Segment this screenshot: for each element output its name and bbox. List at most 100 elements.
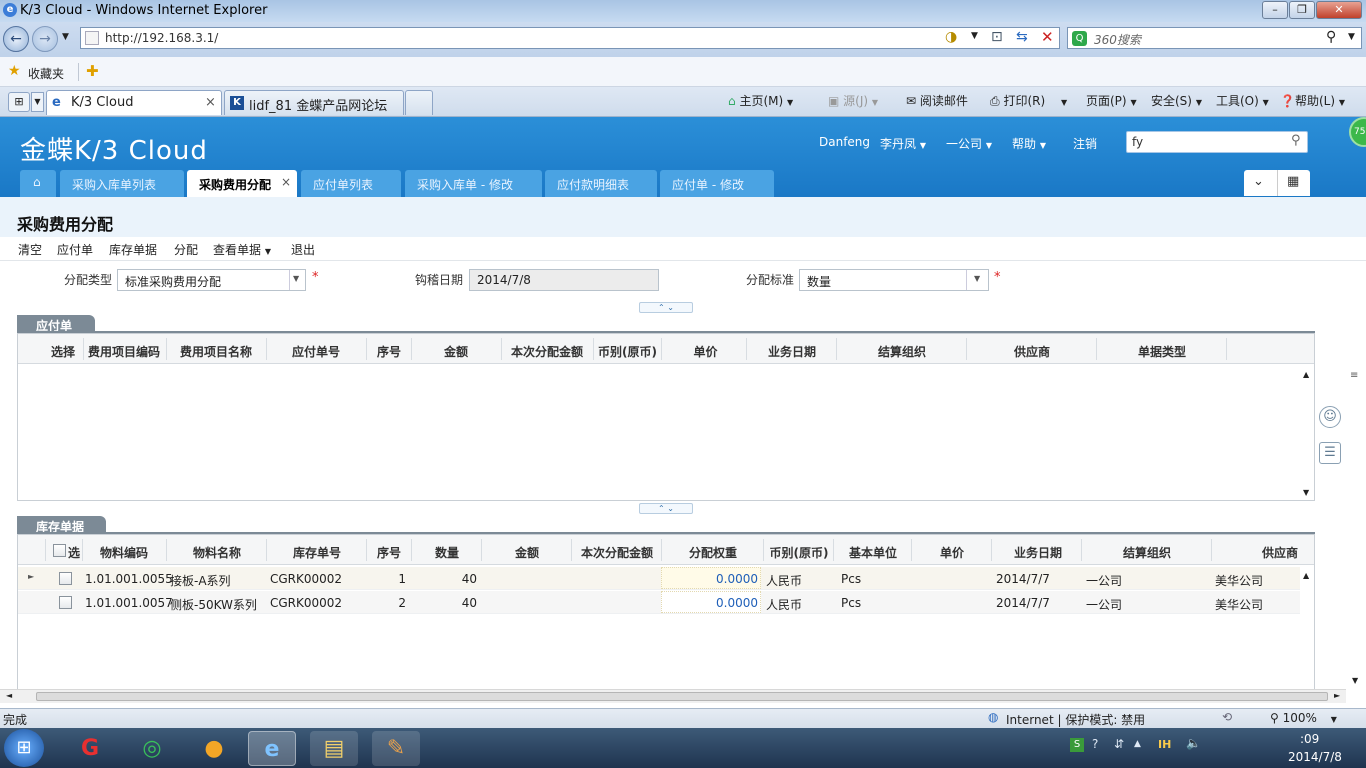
tray-help-icon[interactable]: ?: [1092, 737, 1098, 751]
weight-value[interactable]: 0.0000: [662, 596, 758, 610]
col-price[interactable]: 单价: [663, 343, 748, 360]
col-material-code[interactable]: 物料编码: [84, 544, 164, 561]
tab-purchase-inbound-list[interactable]: 采购入库单列表: [60, 170, 184, 197]
tools-command[interactable]: 工具(O) ▼: [1216, 92, 1269, 109]
chevron-down-icon[interactable]: ▼: [787, 98, 793, 107]
smiley-icon[interactable]: ☺: [1319, 406, 1341, 428]
favorites-button[interactable]: 收藏夹: [28, 65, 64, 82]
horizontal-scrollbar[interactable]: ◄ ►: [0, 689, 1346, 703]
row-checkbox[interactable]: [59, 572, 72, 585]
col-supplier[interactable]: 供应商: [968, 343, 1096, 360]
chevron-down-icon[interactable]: ▼: [1196, 98, 1202, 107]
weight-value[interactable]: 0.0000: [662, 572, 758, 586]
chevron-down-icon[interactable]: ▼: [1331, 715, 1337, 724]
col-stock-no[interactable]: 库存单号: [268, 544, 366, 561]
chevron-down-icon[interactable]: ▼: [1130, 98, 1136, 107]
read-mail-command[interactable]: ✉ 阅读邮件: [906, 92, 968, 109]
col-bill-type[interactable]: 单据类型: [1098, 343, 1226, 360]
alloc-basis-select[interactable]: 数量 ▼: [799, 269, 989, 291]
scroll-up-icon[interactable]: ▲: [1303, 571, 1309, 580]
g-app-icon[interactable]: G: [66, 731, 114, 766]
col-alloc-amount[interactable]: 本次分配金额: [503, 343, 591, 360]
col-qty[interactable]: 数量: [413, 544, 481, 561]
explorer-folder-icon[interactable]: ▤: [310, 731, 358, 766]
tray-app-icon[interactable]: IH: [1158, 738, 1171, 751]
tab-payable-edit[interactable]: 应付单 - 修改: [660, 170, 774, 197]
add-favorite-icon[interactable]: ✚: [86, 62, 99, 80]
scroll-down-icon[interactable]: ▼: [1303, 488, 1309, 497]
chevron-down-icon[interactable]: ▼: [872, 98, 878, 107]
compat-icon[interactable]: ◑: [945, 29, 957, 45]
alloc-type-select[interactable]: 标准采购费用分配 ▼: [117, 269, 306, 291]
refresh-icon[interactable]: ⇆: [1016, 29, 1028, 45]
payable-button[interactable]: 应付单: [57, 241, 93, 258]
browser-tab-forum[interactable]: K lidf_81 金蝶产品网论坛: [224, 90, 404, 115]
col-biz-date[interactable]: 业务日期: [748, 343, 836, 360]
weight-cell[interactable]: 0.0000: [661, 591, 761, 613]
chevron-down-icon[interactable]: ▼: [1263, 98, 1269, 107]
scroll-right-icon[interactable]: ►: [1334, 691, 1340, 700]
comment-icon[interactable]: ☰: [1319, 442, 1341, 464]
row-checkbox[interactable]: [59, 596, 72, 609]
back-icon[interactable]: ←: [3, 26, 29, 52]
logout-link[interactable]: 注销: [1073, 135, 1097, 152]
stop-icon[interactable]: ✕: [1041, 28, 1054, 46]
scroll-up-icon[interactable]: ▲: [1303, 370, 1309, 379]
page-scroll-down-icon[interactable]: ▼: [1352, 676, 1358, 685]
clear-button[interactable]: 清空: [18, 241, 42, 258]
tab-purchase-inbound-edit[interactable]: 采购入库单 - 修改: [405, 170, 542, 197]
browser-ball-icon[interactable]: ●: [190, 731, 238, 766]
minimize-button[interactable]: –: [1262, 1, 1288, 19]
clock-date[interactable]: 2014/7/8: [1288, 750, 1342, 764]
col-expense-code[interactable]: 费用项目编码: [84, 343, 164, 360]
page-command[interactable]: 页面(P) ▼: [1086, 92, 1137, 109]
chevron-down-icon[interactable]: ▼: [1061, 98, 1067, 107]
help-command[interactable]: ❓帮助(L) ▼: [1280, 92, 1345, 109]
maximize-button[interactable]: ❐: [1289, 1, 1315, 19]
feeds-command[interactable]: ▣ 源(J) ▼: [828, 92, 878, 109]
floating-badge-icon[interactable]: 75: [1349, 117, 1366, 147]
allocate-button[interactable]: 分配: [174, 241, 198, 258]
address-dropdown-icon[interactable]: ▼: [971, 31, 978, 41]
360-icon[interactable]: ◎: [128, 731, 176, 766]
col-biz-date[interactable]: 业务日期: [993, 544, 1083, 561]
col-select[interactable]: 选择: [48, 343, 78, 360]
col-settle-org[interactable]: 结算组织: [838, 343, 966, 360]
col-alloc-amount[interactable]: 本次分配金额: [573, 544, 661, 561]
col-select[interactable]: 选: [68, 544, 80, 561]
col-weight[interactable]: 分配权重: [663, 544, 763, 561]
side-handle-icon[interactable]: ≡: [1350, 370, 1358, 381]
payable-scrollbar[interactable]: ▲ ▼: [1300, 364, 1314, 500]
search-icon[interactable]: ⚲: [1291, 133, 1301, 148]
help-menu[interactable]: 帮助 ▼: [1012, 135, 1046, 152]
safety-command[interactable]: 安全(S) ▼: [1151, 92, 1202, 109]
home-tab[interactable]: ⌂: [20, 170, 56, 197]
new-tab-button[interactable]: [405, 90, 433, 115]
col-currency[interactable]: 币别(原币): [765, 544, 833, 561]
search-box[interactable]: Q 360搜索 ⚲ ▼: [1067, 27, 1362, 49]
zoom-control[interactable]: ⚲ 100% ▼: [1270, 711, 1337, 725]
stock-bill-button[interactable]: 库存单据: [109, 241, 157, 258]
quick-tabs-icon[interactable]: ⊞: [8, 92, 30, 112]
tab-purchase-expense-allocation[interactable]: 采购费用分配 ×: [187, 170, 297, 197]
tray-network-icon[interactable]: ⇵: [1114, 737, 1124, 751]
col-supplier[interactable]: 供应商: [1213, 544, 1298, 561]
address-bar[interactable]: http://192.168.3.1/ ◑ ▼ ⊡ ⇆ ✕: [80, 27, 1060, 49]
ie-taskbar-icon[interactable]: e: [248, 731, 296, 766]
weight-cell[interactable]: 0.0000: [661, 567, 761, 589]
grid-icon[interactable]: ▦: [1287, 174, 1299, 189]
close-tab-icon[interactable]: ×: [281, 175, 291, 189]
clock-time[interactable]: :09: [1300, 732, 1319, 746]
app-search-input[interactable]: fy ⚲: [1126, 131, 1308, 153]
rss-icon[interactable]: ⊡: [991, 29, 1003, 45]
app-search-value[interactable]: fy: [1132, 135, 1143, 149]
browser-tab-k3cloud[interactable]: e K/3 Cloud ×: [46, 90, 222, 115]
view-bill-menu[interactable]: 查看单据 ▼: [213, 241, 271, 258]
col-price[interactable]: 单价: [913, 544, 991, 561]
tab-payable-detail[interactable]: 应付款明细表: [545, 170, 657, 197]
stock-scrollbar[interactable]: ▲: [1300, 567, 1314, 687]
home-command[interactable]: ⌂ 主页(M) ▼: [728, 92, 793, 109]
collapse-splitter-bottom[interactable]: ⌃ ⌄: [639, 503, 693, 514]
exit-button[interactable]: 退出: [291, 241, 315, 258]
user-id[interactable]: Danfeng: [819, 135, 870, 149]
